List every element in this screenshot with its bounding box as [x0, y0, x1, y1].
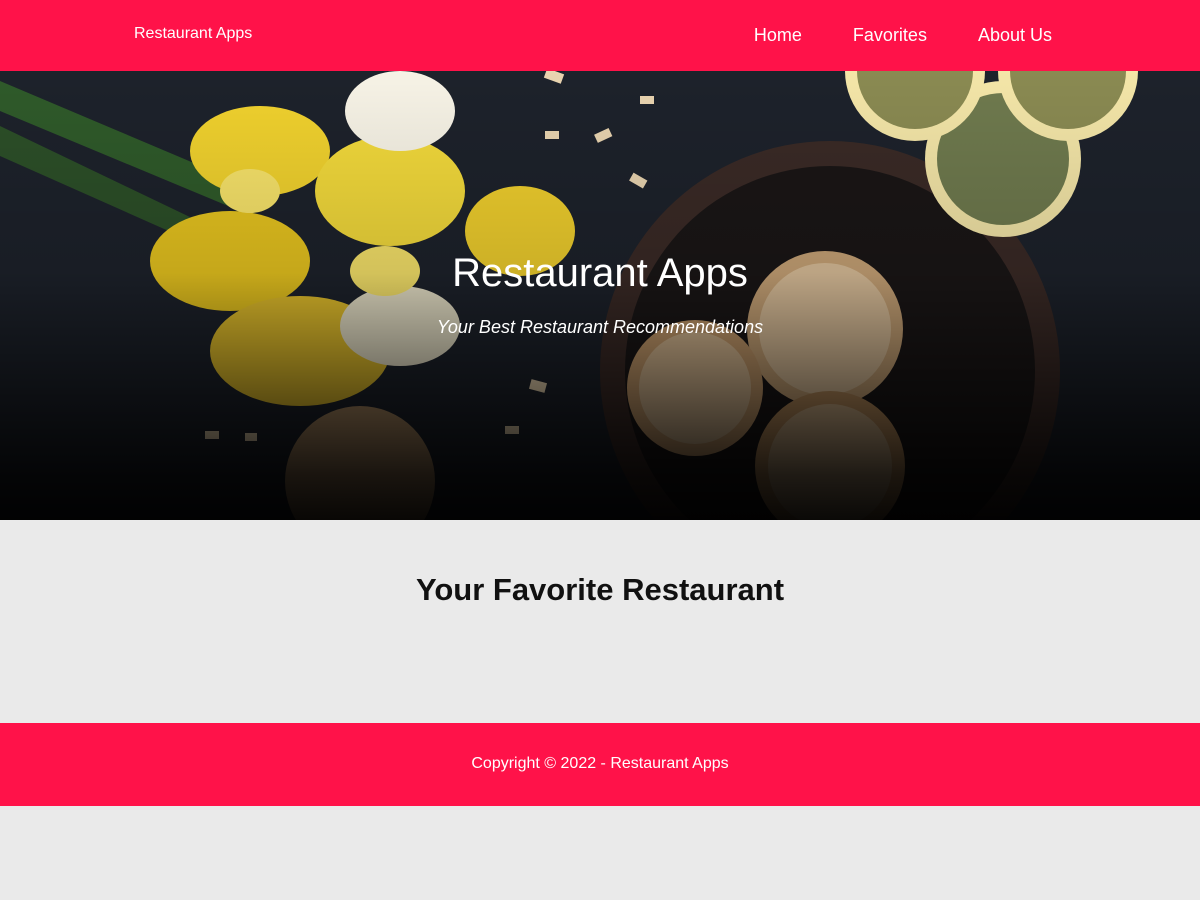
nav-link-about-us[interactable]: About Us: [978, 0, 1052, 71]
nav-links: Home Favorites About Us: [754, 0, 1052, 71]
hero: Restaurant Apps Your Best Restaurant Rec…: [0, 71, 1200, 520]
main-content: Your Favorite Restaurant: [0, 520, 1200, 723]
nav-link-home[interactable]: Home: [754, 0, 802, 71]
brand-link[interactable]: Restaurant Apps: [134, 25, 252, 43]
footer-copyright: Copyright © 2022 - Restaurant Apps: [471, 755, 729, 772]
footer: Copyright © 2022 - Restaurant Apps: [0, 723, 1200, 806]
nav-link-favorites[interactable]: Favorites: [853, 0, 927, 71]
hero-title: Restaurant Apps: [452, 251, 748, 295]
section-title: Your Favorite Restaurant: [415, 572, 785, 607]
hero-tagline: Your Best Restaurant Recommendations: [436, 317, 764, 337]
navbar: Restaurant Apps Home Favorites About Us: [0, 0, 1200, 71]
